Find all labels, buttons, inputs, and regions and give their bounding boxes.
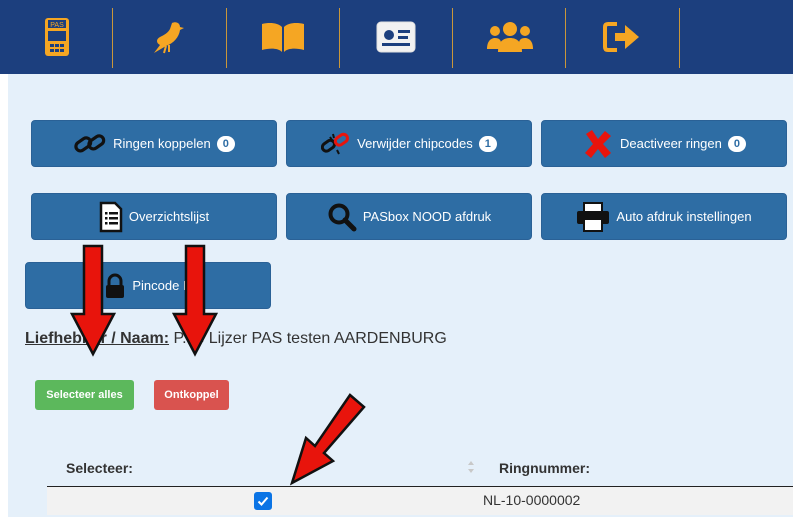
pincode-button[interactable]: Pincode E <box>25 262 271 309</box>
sign-out-icon <box>603 22 640 52</box>
list-document-icon <box>99 201 123 232</box>
annotation-arrow-down-right <box>171 244 219 357</box>
nav-item-extra[interactable] <box>680 0 793 74</box>
checkmark-icon <box>257 496 269 506</box>
auto-print-settings-label: Auto afdruk instellingen <box>616 209 752 224</box>
broken-link-icon <box>321 132 350 154</box>
column-header-ring-number[interactable]: Ringnummer: <box>499 460 590 476</box>
uncouple-button[interactable]: Ontkoppel <box>154 380 229 410</box>
pigeon-icon <box>153 22 184 54</box>
ring-number-cell: NL-10-0000002 <box>483 492 581 508</box>
nav-item-users[interactable] <box>453 0 567 74</box>
table-row: NL-10-0000002 <box>47 486 793 515</box>
id-card-icon <box>376 21 416 53</box>
couple-rings-button[interactable]: Ringen koppelen 0 <box>31 120 277 167</box>
pas-device-label: PAS <box>50 22 64 29</box>
pasbox-device-icon: PAS <box>44 18 69 56</box>
remove-chipcodes-badge: 1 <box>478 135 497 152</box>
remove-chipcodes-label: Verwijder chipcodes <box>357 136 473 151</box>
deactivate-rings-button[interactable]: Deactiveer ringen 0 <box>541 120 787 167</box>
annotation-arrow-diagonal <box>289 393 366 486</box>
annotation-arrow-down-left <box>69 244 117 357</box>
emergency-print-label: PASbox NOOD afdruk <box>362 209 492 224</box>
column-header-select[interactable]: Selecteer: <box>66 460 133 476</box>
remove-chipcodes-button[interactable]: Verwijder chipcodes 1 <box>286 120 532 167</box>
table-header: Selecteer: Ringnummer: <box>47 456 793 486</box>
couple-rings-badge: 0 <box>216 135 235 152</box>
nav-item-pigeons[interactable] <box>113 0 227 74</box>
nav-item-book[interactable] <box>227 0 341 74</box>
row-select-checkbox[interactable] <box>254 492 272 510</box>
emergency-print-button[interactable]: PASbox NOOD afdruk <box>286 193 532 240</box>
users-group-icon <box>486 22 533 52</box>
open-book-icon <box>262 23 305 52</box>
link-icon <box>74 133 106 153</box>
auto-print-settings-button[interactable]: Auto afdruk instellingen <box>541 193 787 240</box>
printer-icon <box>577 201 610 232</box>
couple-rings-label: Ringen koppelen <box>113 136 211 151</box>
red-x-icon <box>584 129 611 158</box>
sort-icon[interactable] <box>467 460 475 474</box>
select-all-button[interactable]: Selecteer alles <box>35 380 134 410</box>
deactivate-rings-badge: 0 <box>727 135 746 152</box>
overview-list-button[interactable]: Overzichtslijst <box>31 193 277 240</box>
deactivate-rings-label: Deactiveer ringen <box>619 136 722 151</box>
top-nav-bar: PAS <box>0 0 793 74</box>
nav-item-card[interactable] <box>340 0 454 74</box>
magnifier-icon <box>328 203 357 231</box>
nav-item-pasbox[interactable]: PAS <box>0 0 114 74</box>
nav-item-logout[interactable] <box>566 0 680 74</box>
overview-list-label: Overzichtslijst <box>128 209 210 224</box>
